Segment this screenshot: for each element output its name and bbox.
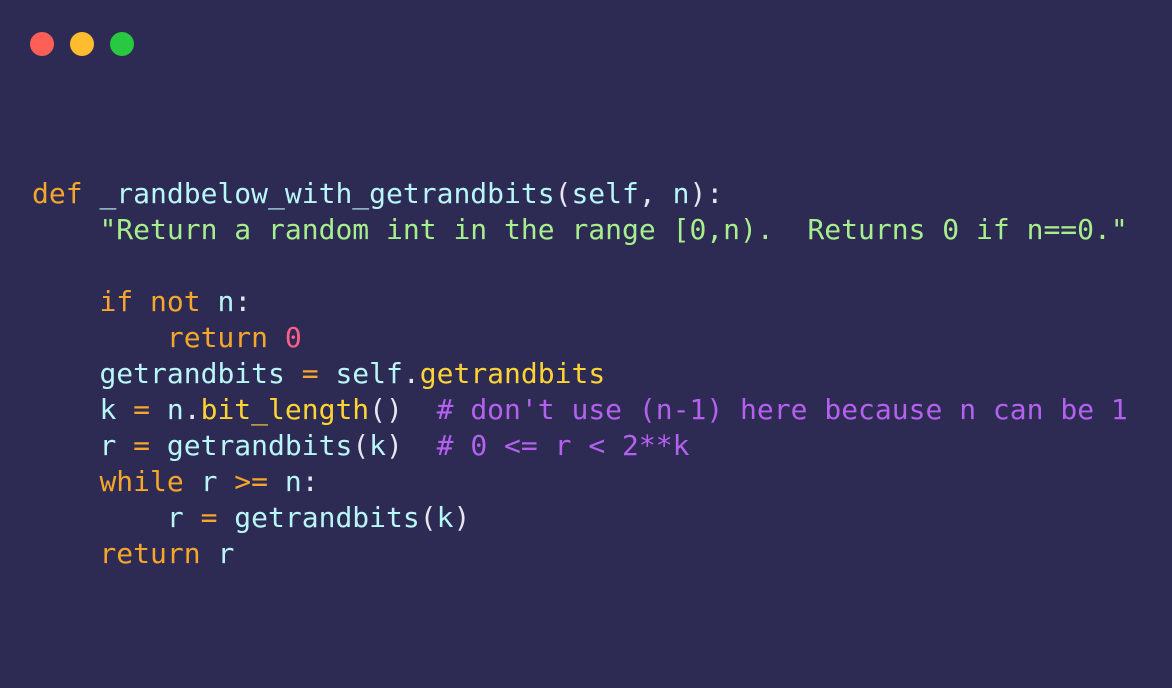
code-line: getrandbits = self.getrandbits	[32, 356, 1128, 392]
number-token: 0	[284, 321, 302, 354]
indent-token	[32, 429, 99, 462]
keyword-token: if not	[99, 285, 218, 318]
code-line: k = n.bit_length() # don't use (n-1) her…	[32, 392, 1128, 428]
punctuation-token: )	[386, 429, 437, 462]
keyword-token: >=	[217, 465, 285, 498]
identifier-token: r	[166, 501, 184, 534]
comment-token: # 0 <= r < 2**k	[436, 429, 690, 462]
punctuation-token: )	[453, 501, 471, 534]
code-line: r = getrandbits(k)	[32, 500, 1128, 536]
punctuation-token: ):	[689, 177, 724, 210]
code-line: return 0	[32, 320, 1128, 356]
string-token: "Return a random int in the range [0,n).…	[99, 213, 1128, 246]
code-line: "Return a random int in the range [0,n).…	[32, 212, 1128, 248]
keyword-token: return	[99, 537, 218, 570]
punctuation-token: .	[183, 393, 201, 426]
window-controls	[30, 32, 134, 56]
identifier-token: r	[99, 429, 117, 462]
code-line: return r	[32, 536, 1128, 572]
keyword-token: while	[99, 465, 201, 498]
code-block: def _randbelow_with_getrandbits(self, n)…	[32, 176, 1128, 572]
code-line: r = getrandbits(k) # 0 <= r < 2**k	[32, 428, 1128, 464]
indent-token	[32, 465, 99, 498]
function-token: bit_length	[200, 393, 370, 426]
minimize-dot[interactable]	[70, 32, 94, 56]
close-dot[interactable]	[30, 32, 54, 56]
indent-token	[32, 357, 99, 390]
punctuation-token: :	[234, 285, 252, 318]
punctuation-token: :	[301, 465, 319, 498]
identifier-token: getrandbits	[234, 501, 420, 534]
identifier-token: r	[217, 537, 235, 570]
maximize-dot[interactable]	[110, 32, 134, 56]
keyword-token: =	[183, 501, 235, 534]
comment-token: # don't use (n-1) here because n can be …	[436, 393, 1128, 426]
identifier-token: n	[284, 465, 302, 498]
keyword-token: =	[116, 393, 167, 426]
punctuation-token: (	[554, 177, 572, 210]
identifier-token: getrandbits	[166, 429, 353, 462]
keyword-token: =	[284, 357, 336, 390]
identifier-token: r	[200, 465, 218, 498]
code-snippet-window: def _randbelow_with_getrandbits(self, n)…	[0, 0, 1172, 688]
identifier-token: self	[571, 177, 639, 210]
code-line: while r >= n:	[32, 464, 1128, 500]
function-token: getrandbits	[419, 357, 606, 390]
code-line: if not n:	[32, 284, 1128, 320]
identifier-token: k	[436, 501, 454, 534]
indent-token	[32, 213, 99, 246]
punctuation-token: .	[402, 357, 420, 390]
keyword-token: =	[116, 429, 167, 462]
punctuation-token: ,	[638, 177, 673, 210]
identifier-token: k	[99, 393, 117, 426]
identifier-token: getrandbits	[99, 357, 285, 390]
identifier-token: n	[672, 177, 690, 210]
keyword-token: return	[166, 321, 285, 354]
identifier-token: n	[166, 393, 184, 426]
identifier-token: self	[335, 357, 403, 390]
punctuation-token: (	[352, 429, 370, 462]
code-line: def _randbelow_with_getrandbits(self, n)…	[32, 176, 1128, 212]
punctuation-token: ()	[369, 393, 437, 426]
indent-token	[32, 321, 167, 354]
indent-token	[32, 393, 99, 426]
punctuation-token: (	[419, 501, 437, 534]
keyword-token: def	[32, 177, 100, 210]
identifier-token: k	[369, 429, 387, 462]
identifier-token: n	[217, 285, 235, 318]
indent-token	[32, 537, 99, 570]
indent-token	[32, 501, 167, 534]
identifier-token: _randbelow_with_getrandbits	[99, 177, 555, 210]
indent-token	[32, 285, 99, 318]
